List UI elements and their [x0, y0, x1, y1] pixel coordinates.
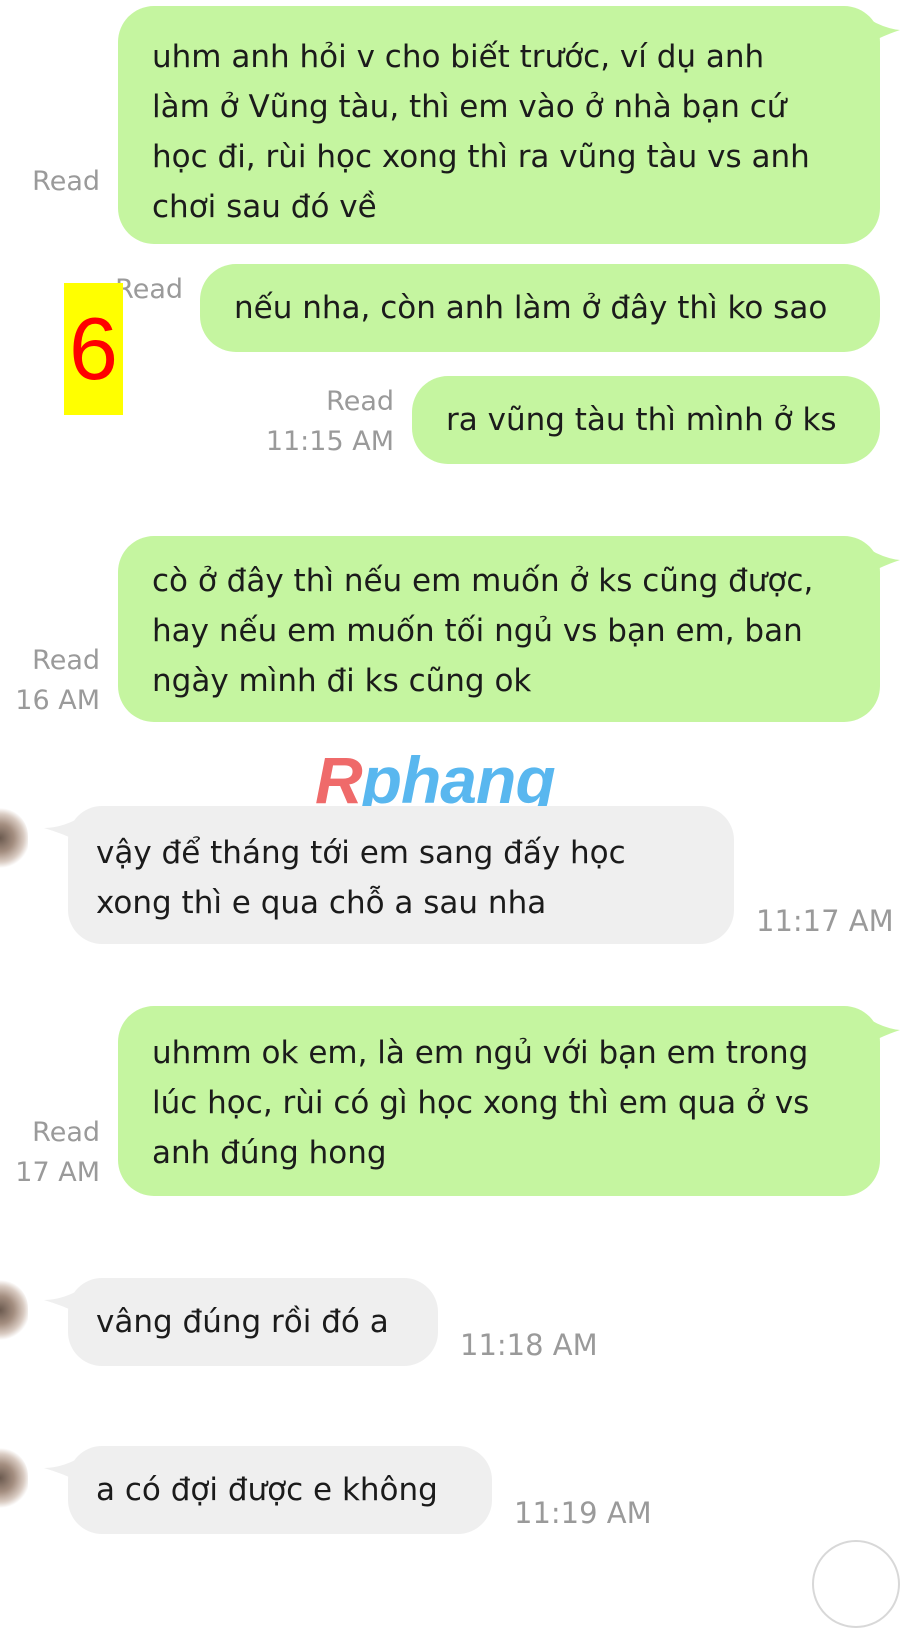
outgoing-message[interactable]: uhmm ok em, là em ngủ với bạn em trong l… — [118, 1006, 880, 1196]
message-line: chơi sau đó về — [152, 189, 377, 225]
outgoing-message[interactable]: ra vũng tàu thì mình ở ks — [412, 376, 880, 464]
message-meta: Read 11:15 AM — [266, 382, 394, 462]
message-line: uhm anh hỏi v cho biết trước, ví dụ anh — [152, 39, 765, 75]
outgoing-message[interactable]: cò ở đây thì nếu em muốn ở ks cũng được,… — [118, 536, 880, 722]
message-meta: Read — [115, 270, 183, 310]
avatar[interactable] — [0, 808, 28, 878]
message-line: vậy để tháng tới em sang đấy học — [96, 835, 626, 871]
message-line: lúc học, rùi có gì học xong thì em qua ở… — [152, 1085, 810, 1121]
message-line: anh đúng hong — [152, 1135, 387, 1171]
message-meta: Read — [32, 162, 100, 202]
avatar[interactable] — [0, 1280, 28, 1350]
step-number-badge: 6 — [64, 283, 123, 415]
message-time: 11:18 AM — [460, 1328, 598, 1362]
message-line: a có đợi được e không — [96, 1472, 438, 1508]
message-line: học đi, rùi học xong thì ra vũng tàu vs … — [152, 139, 810, 175]
message-line: hay nếu em muốn tối ngủ vs bạn em, ban — [152, 613, 803, 649]
message-line: xong thì e qua chỗ a sau nha — [96, 885, 547, 921]
message-line: làm ở Vũng tàu, thì em vào ở nhà bạn cứ — [152, 89, 787, 125]
outgoing-message[interactable]: nếu nha, còn anh làm ở đây thì ko sao — [200, 264, 880, 352]
message-line: uhmm ok em, là em ngủ với bạn em trong — [152, 1035, 809, 1071]
read-status: Read — [326, 386, 394, 417]
read-status: Read — [32, 166, 100, 197]
message-time: 11:19 AM — [514, 1496, 652, 1530]
message-line: cò ở đây thì nếu em muốn ở ks cũng được, — [152, 563, 814, 599]
message-line: ngày mình đi ks cũng ok — [152, 663, 532, 699]
bubble-tail — [862, 544, 900, 574]
message-time: 16 AM — [15, 685, 100, 716]
incoming-message[interactable]: a có đợi được e không — [68, 1446, 492, 1534]
incoming-message[interactable]: vậy để tháng tới em sang đấy học xong th… — [68, 806, 734, 944]
incoming-message[interactable]: vâng đúng rồi đó a — [68, 1278, 438, 1366]
message-time: 11:17 AM — [756, 904, 894, 938]
message-line: ra vũng tàu thì mình ở ks — [446, 402, 837, 438]
avatar[interactable] — [0, 1448, 28, 1518]
read-status: Read — [32, 645, 100, 676]
outgoing-message[interactable]: uhm anh hỏi v cho biết trước, ví dụ anh … — [118, 6, 880, 244]
message-meta: Read 17 AM — [15, 1113, 100, 1193]
message-line: nếu nha, còn anh làm ở đây thì ko sao — [234, 290, 828, 326]
message-meta: Read 16 AM — [15, 641, 100, 721]
scroll-down-button[interactable] — [812, 1540, 900, 1628]
bubble-tail — [862, 1014, 900, 1044]
message-time: 11:15 AM — [265, 426, 394, 457]
message-time: 17 AM — [15, 1157, 100, 1188]
bubble-tail — [862, 14, 900, 44]
message-line: vâng đúng rồi đó a — [96, 1304, 389, 1340]
read-status: Read — [32, 1117, 100, 1148]
read-status: Read — [115, 274, 183, 305]
